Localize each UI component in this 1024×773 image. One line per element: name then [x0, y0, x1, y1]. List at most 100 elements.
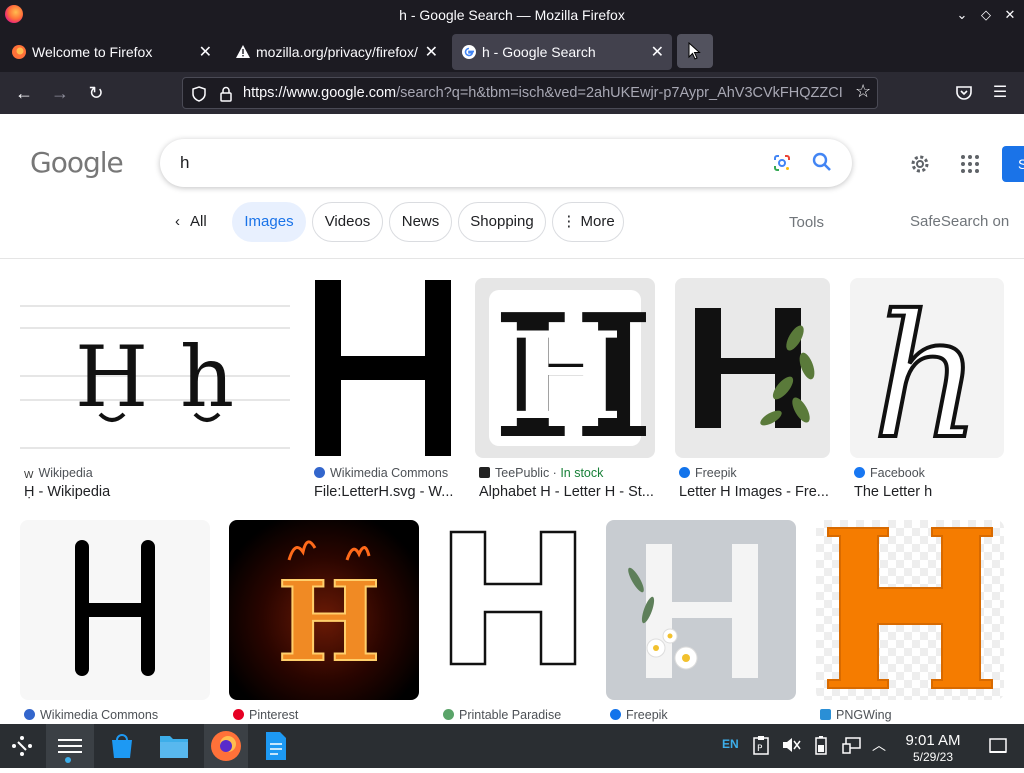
- result-source[interactable]: Facebook: [854, 466, 925, 480]
- image-result[interactable]: Wikimedia Commons: [20, 520, 210, 722]
- filter-more[interactable]: ⋮ More: [552, 202, 624, 242]
- new-tab-button[interactable]: [677, 34, 713, 68]
- svg-text:h: h: [180, 328, 234, 426]
- result-caption[interactable]: The Letter h: [854, 484, 1004, 500]
- pager-widget[interactable]: [46, 724, 94, 768]
- image-result[interactable]: Freepik: [606, 520, 796, 722]
- wikimedia-icon: [24, 709, 35, 720]
- result-thumbnail[interactable]: h: [850, 278, 1004, 458]
- result-caption[interactable]: File:LetterH.svg - W...: [314, 484, 454, 500]
- all-results-link[interactable]: ‹ All: [175, 213, 207, 230]
- expand-tray-chevron-icon[interactable]: ︿: [872, 735, 886, 755]
- url-text[interactable]: https://www.google.com/search?q=h&tbm=is…: [243, 85, 848, 101]
- wikipedia-icon: W: [24, 470, 34, 481]
- filter-shopping[interactable]: Shopping: [458, 202, 546, 242]
- result-source[interactable]: Pinterest: [233, 708, 298, 722]
- filter-images[interactable]: Images: [232, 202, 306, 242]
- result-source[interactable]: W Wikipedia: [24, 466, 93, 481]
- discover-store-icon[interactable]: [104, 728, 140, 764]
- letter-h-image: [75, 540, 155, 676]
- close-tab-icon[interactable]: ✕: [651, 42, 664, 62]
- result-thumbnail[interactable]: [816, 520, 1004, 700]
- sliders-icon: [58, 739, 82, 763]
- shield-icon[interactable]: [191, 86, 207, 102]
- forward-button[interactable]: →: [48, 82, 72, 104]
- result-thumbnail[interactable]: [675, 278, 830, 458]
- image-result[interactable]: h Facebook The Letter h: [850, 278, 1004, 504]
- freepik-icon: [679, 467, 690, 478]
- show-desktop-icon[interactable]: [989, 737, 1007, 755]
- letter-h-image: [315, 280, 451, 456]
- reload-button[interactable]: ↻: [84, 82, 108, 104]
- result-source[interactable]: TeePublic · In stock: [479, 466, 603, 480]
- result-caption[interactable]: Letter H Images - Fre...: [679, 484, 831, 500]
- letter-h-image: H h: [20, 305, 290, 449]
- image-result[interactable]: H h W Wikipedia Ḥ - Wikipedia: [20, 278, 290, 504]
- battery-icon[interactable]: [814, 735, 828, 755]
- result-thumbnail[interactable]: [439, 520, 586, 700]
- close-tab-icon[interactable]: ✕: [199, 42, 212, 62]
- tools-button[interactable]: Tools: [789, 214, 824, 231]
- clipboard-icon[interactable]: P: [752, 735, 770, 755]
- filter-videos[interactable]: Videos: [312, 202, 383, 242]
- close-tab-icon[interactable]: ✕: [425, 42, 438, 62]
- maximize-button[interactable]: ◇: [977, 6, 995, 24]
- back-button[interactable]: ←: [12, 82, 36, 104]
- bookmark-star-icon[interactable]: ☆: [855, 81, 871, 102]
- minimize-button[interactable]: ⌄: [953, 6, 971, 24]
- tab-google-search[interactable]: h - Google Search ✕: [452, 34, 672, 70]
- result-source[interactable]: Freepik: [610, 708, 668, 722]
- result-caption[interactable]: Ḥ - Wikipedia: [24, 484, 286, 500]
- search-icon[interactable]: [811, 151, 833, 173]
- clock-time: 9:01 AM: [905, 732, 961, 749]
- result-thumbnail[interactable]: [20, 520, 210, 700]
- volume-muted-icon[interactable]: [781, 736, 801, 754]
- address-bar[interactable]: https://www.google.com/search?q=h&tbm=is…: [182, 77, 878, 109]
- keyboard-layout-indicator[interactable]: EN: [722, 737, 739, 751]
- firefox-icon: [12, 45, 26, 59]
- close-window-button[interactable]: ✕: [1001, 6, 1019, 24]
- wikimedia-icon: [314, 467, 325, 478]
- pinterest-icon: [233, 709, 244, 720]
- image-result[interactable]: Freepik Letter H Images - Fre...: [675, 278, 830, 504]
- result-source[interactable]: Freepik: [679, 466, 737, 480]
- digital-clock[interactable]: 9:01 AM 5/29/23: [897, 732, 969, 764]
- tab-welcome[interactable]: Welcome to Firefox ✕: [2, 34, 220, 70]
- network-icon[interactable]: [842, 736, 862, 754]
- text-editor-icon[interactable]: [258, 728, 294, 764]
- google-lens-icon[interactable]: [772, 153, 792, 173]
- image-result[interactable]: Printable Paradise: [439, 520, 586, 722]
- result-thumbnail[interactable]: H H: [475, 278, 655, 458]
- search-input[interactable]: [180, 151, 740, 175]
- image-result[interactable]: H Pinterest: [229, 520, 419, 722]
- menu-hamburger-icon[interactable]: ☰: [988, 82, 1012, 104]
- result-thumbnail[interactable]: [310, 278, 455, 458]
- result-source[interactable]: PNGWing: [820, 708, 892, 722]
- lock-icon[interactable]: [219, 86, 233, 102]
- image-result[interactable]: H H TeePublic · In stock Alphabet H - Le…: [475, 278, 655, 504]
- application-launcher-icon[interactable]: [4, 728, 40, 764]
- image-result[interactable]: Wikimedia Commons File:LetterH.svg - W..…: [310, 278, 455, 504]
- firefox-taskbar-item[interactable]: [204, 724, 248, 768]
- result-thumbnail[interactable]: H: [229, 520, 419, 700]
- tab-label: Welcome to Firefox: [32, 44, 153, 60]
- filter-news[interactable]: News: [389, 202, 452, 242]
- search-box[interactable]: [160, 139, 852, 187]
- result-source[interactable]: Printable Paradise: [443, 708, 561, 722]
- system-taskbar: EN P ︿ 9:01 AM 5/29/23: [0, 724, 1024, 768]
- result-thumbnail[interactable]: H h: [20, 278, 290, 458]
- result-caption[interactable]: Alphabet H - Letter H - St...: [479, 484, 655, 500]
- google-apps-grid-icon[interactable]: [958, 152, 982, 176]
- file-manager-icon[interactable]: [156, 728, 192, 764]
- pocket-icon[interactable]: [955, 85, 973, 101]
- window-titlebar: h - Google Search — Mozilla Firefox ⌄ ◇ …: [0, 0, 1024, 30]
- result-thumbnail[interactable]: [606, 520, 796, 700]
- result-source[interactable]: Wikimedia Commons: [24, 708, 158, 722]
- image-result[interactable]: PNGWing: [816, 520, 1004, 722]
- tab-privacy[interactable]: mozilla.org/privacy/firefox/ ✕: [226, 34, 446, 70]
- result-source[interactable]: Wikimedia Commons: [314, 466, 448, 480]
- settings-gear-icon[interactable]: [908, 152, 932, 176]
- safesearch-toggle[interactable]: SafeSearch on: [910, 213, 1009, 230]
- google-logo[interactable]: Google: [30, 146, 124, 179]
- sign-in-button[interactable]: S: [1002, 146, 1024, 182]
